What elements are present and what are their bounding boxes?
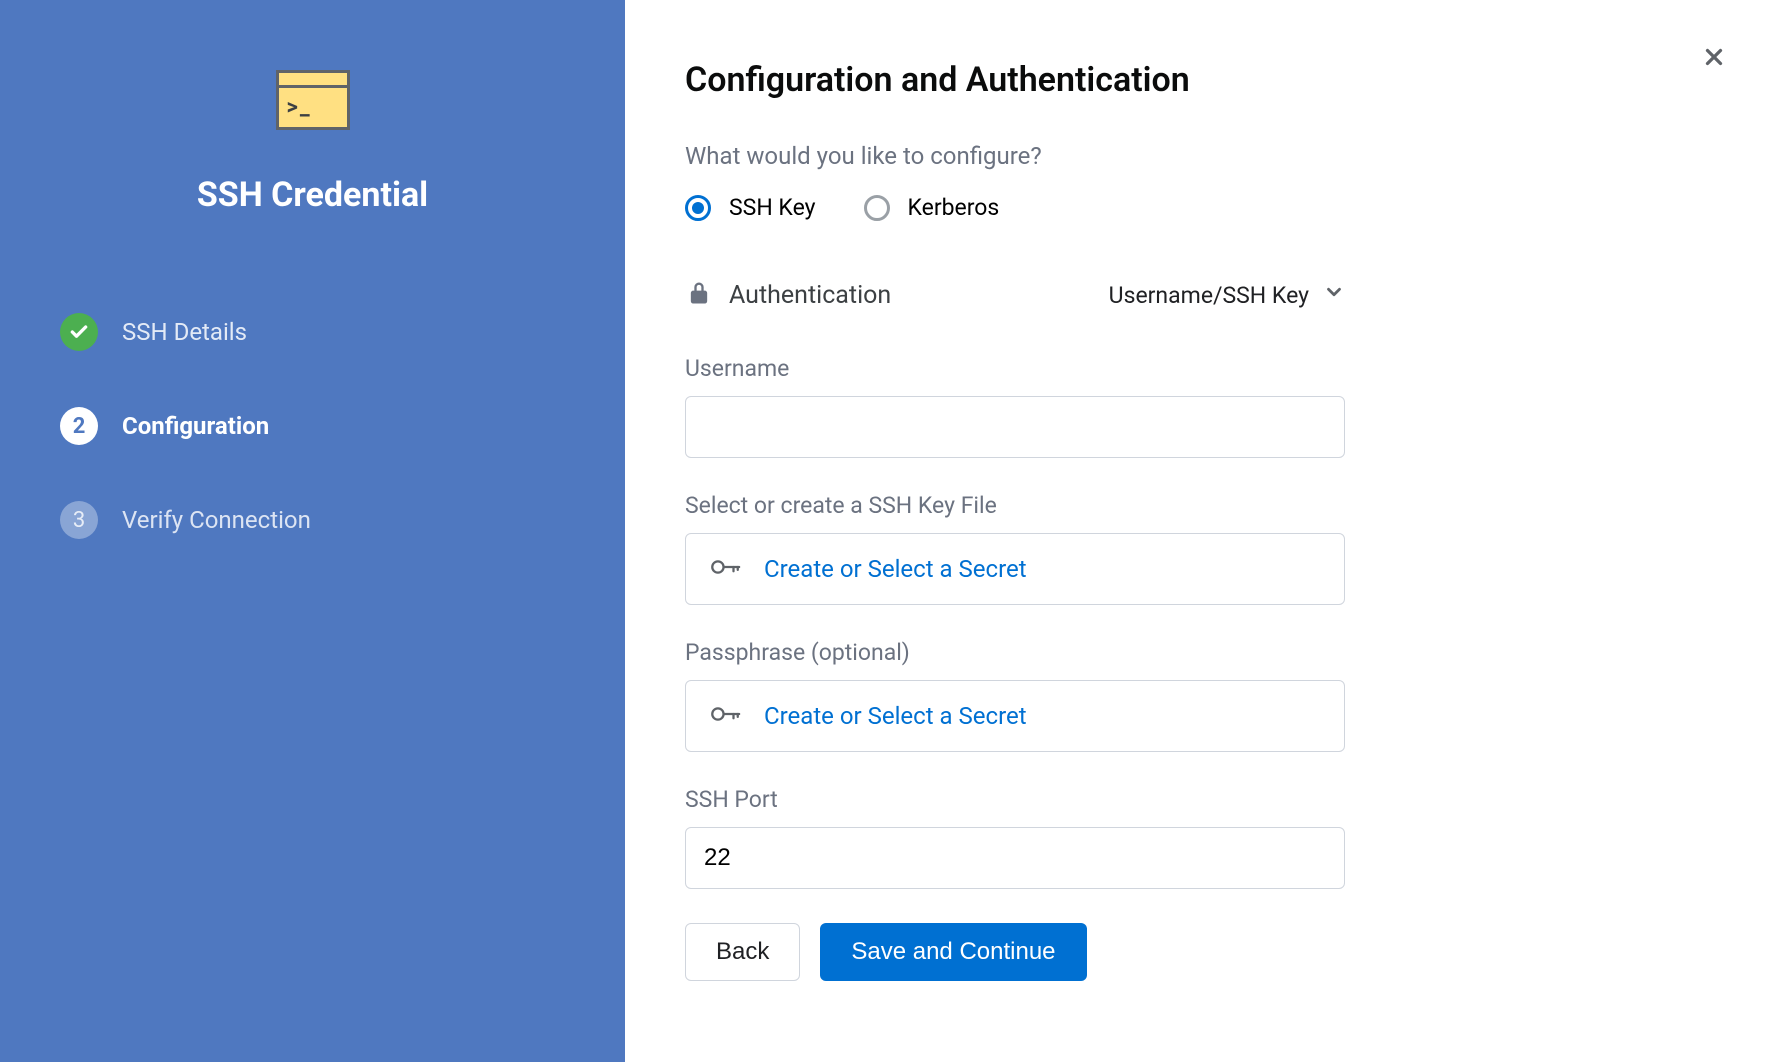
back-button-label: Back (716, 938, 769, 966)
radio-label: SSH Key (729, 194, 816, 221)
authentication-label: Authentication (729, 281, 891, 310)
username-label: Username (685, 355, 1345, 382)
ssh-keyfile-label: Select or create a SSH Key File (685, 492, 1345, 519)
wizard-sidebar: >_ SSH Credential SSH Details 2 Configur… (0, 0, 625, 1062)
username-group: Username (685, 355, 1345, 458)
back-button[interactable]: Back (685, 923, 800, 981)
save-button-label: Save and Continue (851, 938, 1055, 966)
username-input[interactable] (685, 396, 1345, 458)
sidebar-title: SSH Credential (197, 175, 428, 215)
save-and-continue-button[interactable]: Save and Continue (820, 923, 1086, 981)
ssh-port-label: SSH Port (685, 786, 1345, 813)
radio-icon (864, 195, 890, 221)
ssh-port-group: SSH Port (685, 786, 1345, 889)
step-number-icon: 3 (60, 501, 98, 539)
close-icon (1701, 44, 1727, 70)
passphrase-action-text: Create or Select a Secret (764, 702, 1027, 730)
lock-icon (685, 279, 713, 311)
authentication-select[interactable]: Username/SSH Key (1109, 281, 1345, 309)
wizard-steps: SSH Details 2 Configuration 3 Verify Con… (0, 285, 625, 567)
configure-type-radio-group: SSH Key Kerberos (685, 194, 1484, 221)
passphrase-picker[interactable]: Create or Select a Secret (685, 680, 1345, 752)
authentication-label-group: Authentication (685, 279, 891, 311)
close-button[interactable] (1692, 35, 1736, 79)
passphrase-group: Passphrase (optional) Create or Select a… (685, 639, 1345, 752)
authentication-selected-value: Username/SSH Key (1109, 282, 1309, 309)
ssh-keyfile-action-text: Create or Select a Secret (764, 555, 1027, 583)
radio-ssh-key[interactable]: SSH Key (685, 194, 816, 221)
radio-kerberos[interactable]: Kerberos (864, 194, 1000, 221)
page-title: Configuration and Authentication (685, 60, 1484, 100)
authentication-row: Authentication Username/SSH Key (685, 279, 1345, 311)
radio-label: Kerberos (908, 194, 1000, 221)
chevron-down-icon (1323, 281, 1345, 309)
check-icon (60, 313, 98, 351)
radio-icon (685, 195, 711, 221)
step-verify-connection[interactable]: 3 Verify Connection (60, 473, 565, 567)
step-label: SSH Details (122, 318, 247, 346)
step-number-icon: 2 (60, 407, 98, 445)
step-configuration[interactable]: 2 Configuration (60, 379, 565, 473)
step-ssh-details[interactable]: SSH Details (60, 285, 565, 379)
terminal-icon: >_ (276, 70, 350, 130)
key-icon (708, 697, 742, 735)
ssh-keyfile-picker[interactable]: Create or Select a Secret (685, 533, 1345, 605)
wizard-footer: Back Save and Continue (685, 923, 1484, 981)
wizard-main: Configuration and Authentication What wo… (625, 0, 1784, 1062)
passphrase-label: Passphrase (optional) (685, 639, 1345, 666)
configure-prompt: What would you like to configure? (685, 142, 1484, 170)
sidebar-header: >_ SSH Credential (0, 70, 625, 215)
ssh-port-input[interactable] (685, 827, 1345, 889)
step-label: Configuration (122, 412, 269, 440)
step-label: Verify Connection (122, 506, 311, 534)
key-icon (708, 550, 742, 588)
ssh-keyfile-group: Select or create a SSH Key File Create o… (685, 492, 1345, 605)
